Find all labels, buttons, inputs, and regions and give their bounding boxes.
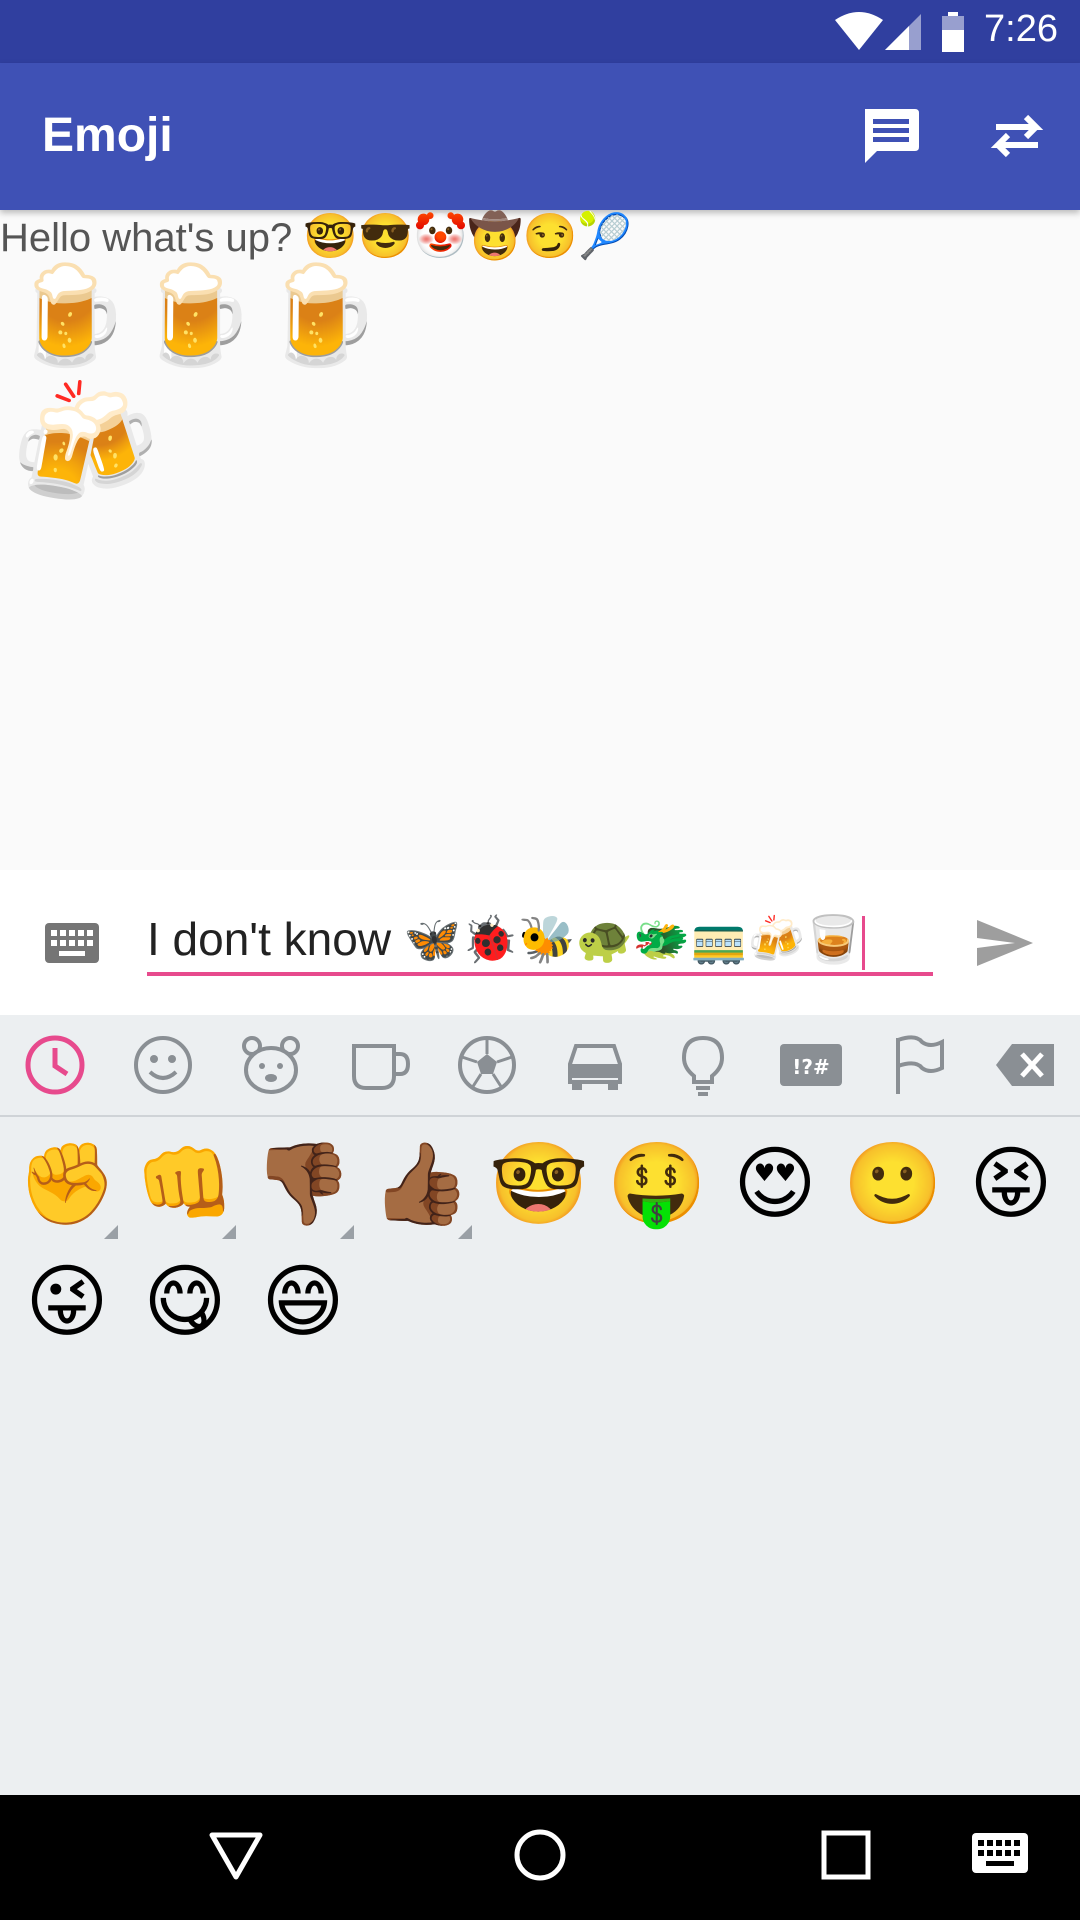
recents-icon[interactable]: [818, 1827, 874, 1883]
svg-text:!?#: !?#: [792, 1055, 829, 1079]
emoji-key[interactable]: 😄: [244, 1243, 362, 1361]
emoji-key[interactable]: ✊: [8, 1125, 126, 1243]
home-icon[interactable]: [512, 1827, 568, 1883]
recent-icon[interactable]: [22, 1032, 88, 1098]
keyboard-switch-icon[interactable]: [972, 1833, 1028, 1877]
message-3: 🍻: [10, 375, 160, 514]
emoji-key[interactable]: 👎🏾: [244, 1125, 362, 1243]
activity-icon[interactable]: [454, 1032, 520, 1098]
smileys-icon[interactable]: [130, 1032, 196, 1098]
variant-indicator: [222, 1225, 236, 1239]
animals-icon[interactable]: [238, 1032, 304, 1098]
wifi-icon: [835, 12, 883, 50]
battery-icon: [942, 12, 964, 52]
app-bar: Emoji: [0, 63, 1080, 210]
emoji-key[interactable]: 😜: [8, 1243, 126, 1361]
app-title: Emoji: [42, 109, 173, 162]
keyboard-toggle-icon[interactable]: [45, 923, 99, 963]
variant-indicator: [340, 1225, 354, 1239]
swap-icon[interactable]: [982, 101, 1052, 171]
message-list: Hello what's up? 🤓😎🤡🤠😏🎾 🍺🍺🍺 🍻: [0, 210, 1080, 870]
travel-icon[interactable]: [562, 1032, 628, 1098]
message-1-emoji: 🤓😎🤡🤠😏🎾: [303, 212, 633, 261]
variant-indicator: [458, 1225, 472, 1239]
backspace-icon[interactable]: [994, 1032, 1060, 1098]
compose-bar: I don't know 🦋🐞🐝🐢🐲🚃🍻🥃: [0, 870, 1080, 1015]
chat-icon[interactable]: [855, 101, 925, 171]
variant-indicator: [104, 1225, 118, 1239]
emoji-key[interactable]: 😋: [126, 1243, 244, 1361]
status-time: 7:26: [984, 8, 1058, 50]
back-icon[interactable]: [208, 1827, 264, 1883]
emoji-key[interactable]: 👍🏾: [362, 1125, 480, 1243]
objects-icon[interactable]: [670, 1032, 736, 1098]
text-caret: [862, 915, 866, 970]
send-icon[interactable]: [975, 918, 1035, 968]
emoji-key[interactable]: 😍: [716, 1125, 834, 1243]
message-2: 🍺🍺🍺: [10, 259, 387, 371]
flags-icon[interactable]: [886, 1032, 952, 1098]
emoji-key[interactable]: 😝: [952, 1125, 1070, 1243]
emoji-key[interactable]: 🤓: [480, 1125, 598, 1243]
message-input[interactable]: I don't know 🦋🐞🐝🐢🐲🚃🍻🥃: [147, 906, 933, 976]
message-1: Hello what's up? 🤓😎🤡🤠😏🎾: [0, 210, 632, 265]
signal-icon: [885, 14, 921, 50]
emoji-category-bar: !?#: [0, 1015, 1080, 1117]
emoji-key[interactable]: 👊: [126, 1125, 244, 1243]
symbols-icon[interactable]: !?#: [778, 1032, 844, 1098]
message-1-text: Hello what's up?: [0, 216, 293, 260]
message-input-text: I don't know 🦋🐞🐝🐢🐲🚃🍻🥃: [147, 913, 863, 965]
emoji-panel: !?# ✊ 👊 👎🏾 👍🏾 🤓 🤑 😍 🙂 😝 😜 😋 😄: [0, 1015, 1080, 1795]
navigation-bar: [0, 1795, 1080, 1920]
status-bar: 7:26: [0, 0, 1080, 63]
food-icon[interactable]: [346, 1032, 412, 1098]
emoji-key[interactable]: 🤑: [598, 1125, 716, 1243]
emoji-key[interactable]: 🙂: [834, 1125, 952, 1243]
